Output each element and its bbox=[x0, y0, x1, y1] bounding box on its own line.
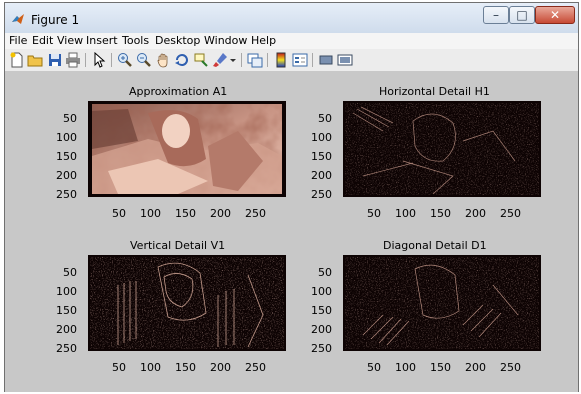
toolbar-separator bbox=[111, 53, 112, 67]
x-tick-label: 50 bbox=[112, 207, 126, 220]
y-tick-label: 200 bbox=[311, 323, 332, 336]
x-tick-label: 150 bbox=[430, 207, 451, 220]
subplot-title-diagonal-detail: Diagonal Detail D1 bbox=[383, 239, 487, 252]
maximize-icon: □ bbox=[516, 8, 528, 22]
y-tick-label: 150 bbox=[311, 304, 332, 317]
pan-hand-icon[interactable] bbox=[155, 52, 171, 68]
toolbar-separator bbox=[312, 53, 313, 67]
y-tick-label: 150 bbox=[56, 150, 77, 163]
y-tick-label: 100 bbox=[56, 285, 77, 298]
data-cursor-icon[interactable] bbox=[193, 52, 209, 68]
hide-plot-tools-icon[interactable] bbox=[318, 52, 334, 68]
arrow-select-icon[interactable] bbox=[91, 52, 107, 68]
brush-icon[interactable] bbox=[212, 52, 228, 68]
title-bar[interactable]: Figure 1 – □ ✕ bbox=[5, 3, 578, 33]
y-tick-label: 50 bbox=[63, 266, 77, 279]
menu-view[interactable]: View bbox=[57, 34, 83, 47]
colorbar-icon[interactable] bbox=[273, 52, 289, 68]
subplot-title-vertical-detail: Vertical Detail V1 bbox=[130, 239, 226, 252]
menu-file[interactable]: File bbox=[9, 34, 27, 47]
x-tick-label: 200 bbox=[210, 361, 231, 374]
x-tick-label: 50 bbox=[367, 361, 381, 374]
rotate-3d-icon[interactable] bbox=[174, 52, 190, 68]
y-tick-label: 150 bbox=[56, 304, 77, 317]
x-tick-label: 150 bbox=[175, 207, 196, 220]
menu-window[interactable]: Window bbox=[204, 34, 247, 47]
image-axes-horizontal-detail[interactable] bbox=[343, 101, 541, 197]
window-title: Figure 1 bbox=[31, 13, 80, 27]
matlab-logo-icon bbox=[12, 14, 24, 24]
print-icon[interactable] bbox=[65, 52, 81, 68]
x-tick-label: 250 bbox=[500, 361, 521, 374]
y-tick-label: 50 bbox=[63, 112, 77, 125]
zoom-in-icon[interactable] bbox=[117, 52, 133, 68]
close-button[interactable]: ✕ bbox=[535, 6, 575, 24]
menu-bar: File Edit View Insert Tools Desktop Wind… bbox=[5, 33, 578, 49]
maximize-button[interactable]: □ bbox=[509, 6, 535, 24]
open-file-icon[interactable] bbox=[27, 52, 43, 68]
menu-tools[interactable]: Tools bbox=[122, 34, 149, 47]
y-tick-label: 250 bbox=[56, 342, 77, 355]
y-tick-label: 100 bbox=[311, 285, 332, 298]
x-tick-label: 250 bbox=[245, 361, 266, 374]
show-plot-tools-icon[interactable] bbox=[337, 52, 353, 68]
x-tick-label: 200 bbox=[465, 207, 486, 220]
menu-help[interactable]: Help bbox=[251, 34, 276, 47]
menu-desktop[interactable]: Desktop bbox=[155, 34, 200, 47]
y-tick-label: 200 bbox=[56, 169, 77, 182]
y-tick-label: 150 bbox=[311, 150, 332, 163]
x-tick-label: 250 bbox=[245, 207, 266, 220]
y-tick-label: 250 bbox=[311, 188, 332, 201]
image-axes-approximation[interactable] bbox=[88, 101, 286, 197]
subplot-title-horizontal-detail: Horizontal Detail H1 bbox=[379, 85, 490, 98]
legend-icon[interactable] bbox=[292, 52, 308, 68]
x-tick-label: 250 bbox=[500, 207, 521, 220]
menu-insert[interactable]: Insert bbox=[86, 34, 118, 47]
y-tick-label: 250 bbox=[311, 342, 332, 355]
x-tick-label: 150 bbox=[175, 361, 196, 374]
x-tick-label: 100 bbox=[395, 207, 416, 220]
toolbar-separator bbox=[241, 53, 242, 67]
image-axes-vertical-detail[interactable] bbox=[88, 255, 286, 351]
figure-plot-area: Approximation A1 50 100 150 200 250 50 1… bbox=[5, 72, 578, 392]
x-tick-label: 50 bbox=[367, 207, 381, 220]
toolbar-separator bbox=[85, 53, 86, 67]
image-axes-diagonal-detail[interactable] bbox=[343, 255, 541, 351]
toolbar-separator bbox=[267, 53, 268, 67]
y-tick-label: 100 bbox=[311, 131, 332, 144]
x-tick-label: 100 bbox=[140, 207, 161, 220]
x-tick-label: 150 bbox=[430, 361, 451, 374]
y-tick-label: 200 bbox=[56, 323, 77, 336]
y-tick-label: 100 bbox=[56, 131, 77, 144]
new-figure-icon[interactable] bbox=[9, 52, 25, 68]
figure-window: Figure 1 – □ ✕ File Edit View Insert Too… bbox=[4, 2, 579, 392]
x-tick-label: 100 bbox=[395, 361, 416, 374]
x-tick-label: 100 bbox=[140, 361, 161, 374]
y-tick-label: 250 bbox=[56, 188, 77, 201]
link-plot-icon[interactable] bbox=[247, 52, 263, 68]
brush-dropdown-icon[interactable] bbox=[229, 52, 237, 68]
y-tick-label: 50 bbox=[318, 266, 332, 279]
x-tick-label: 200 bbox=[465, 361, 486, 374]
save-icon[interactable] bbox=[47, 52, 63, 68]
minimize-icon: – bbox=[493, 8, 499, 22]
y-tick-label: 50 bbox=[318, 112, 332, 125]
x-tick-label: 200 bbox=[210, 207, 231, 220]
zoom-out-icon[interactable] bbox=[136, 52, 152, 68]
close-icon: ✕ bbox=[549, 8, 561, 22]
x-tick-label: 50 bbox=[112, 361, 126, 374]
figure-toolbar bbox=[5, 49, 578, 72]
minimize-button[interactable]: – bbox=[483, 6, 509, 24]
y-tick-label: 200 bbox=[311, 169, 332, 182]
subplot-title-approximation: Approximation A1 bbox=[129, 85, 228, 98]
menu-edit[interactable]: Edit bbox=[32, 34, 53, 47]
